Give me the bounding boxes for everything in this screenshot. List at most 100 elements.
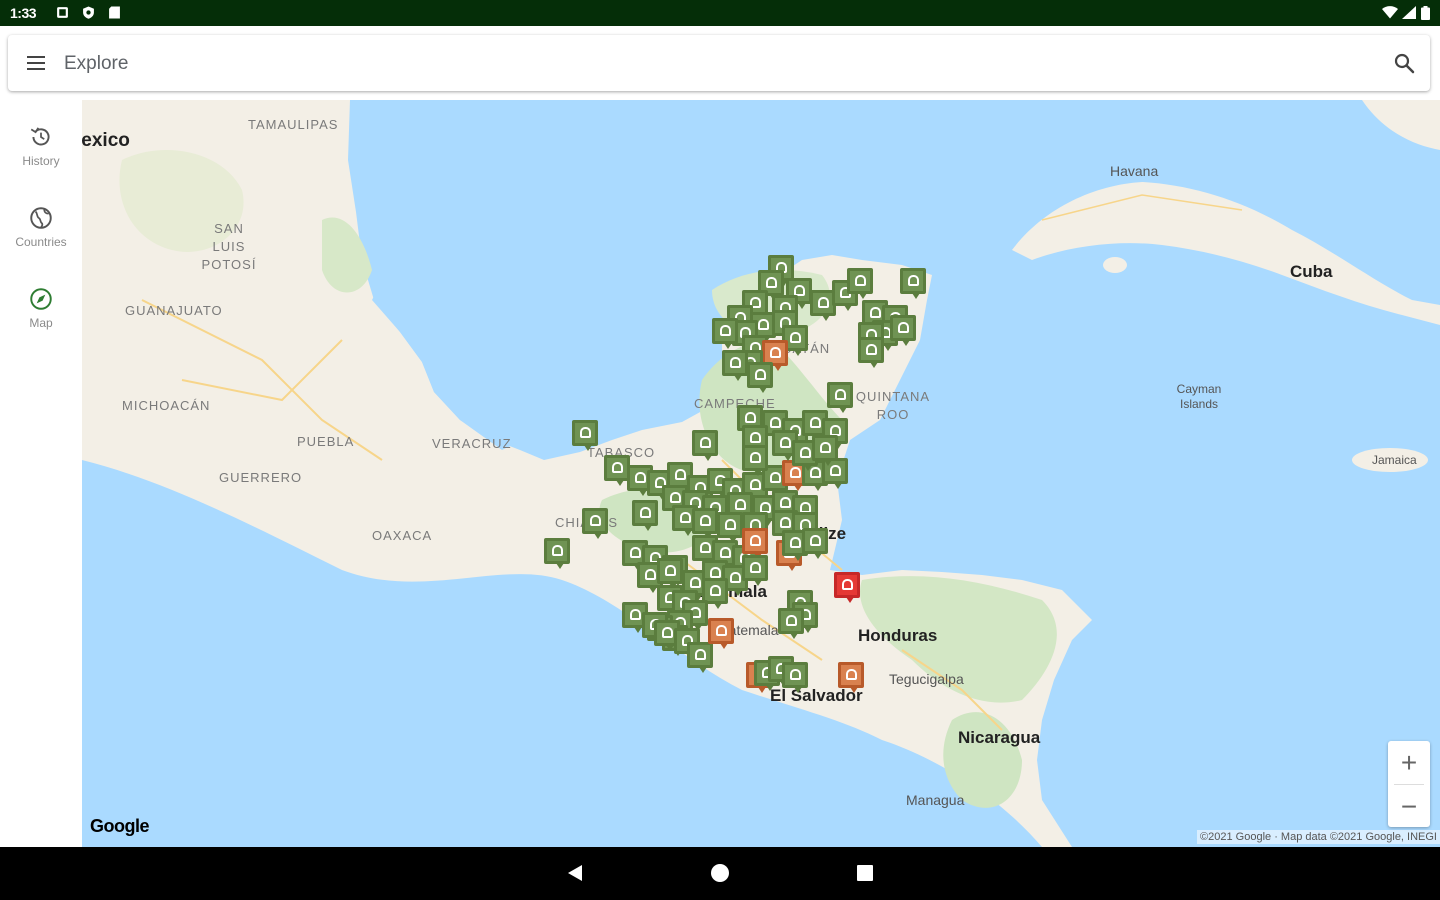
map-marker[interactable] bbox=[544, 538, 570, 569]
marker-pin-tail bbox=[556, 563, 564, 569]
map-marker[interactable] bbox=[742, 555, 768, 586]
map-marker[interactable] bbox=[858, 337, 884, 368]
label-campeche: CAMPECHE bbox=[694, 396, 776, 411]
marker-pin-tail bbox=[814, 553, 822, 559]
label-jamaica: Jamaica bbox=[1372, 453, 1417, 467]
marker-pin-tail bbox=[649, 587, 657, 593]
marker-pin-tail bbox=[734, 375, 742, 381]
status-time: 1:33 bbox=[10, 5, 37, 21]
map-marker[interactable] bbox=[802, 528, 828, 559]
map-marker[interactable] bbox=[827, 382, 853, 413]
rail-item-map[interactable]: Map bbox=[0, 286, 82, 356]
marker-pin-tail bbox=[846, 597, 854, 603]
map-marker[interactable] bbox=[890, 315, 916, 346]
map-marker[interactable] bbox=[687, 642, 713, 673]
side-rail: History Countries Map bbox=[0, 100, 82, 847]
marker-pin-tail bbox=[804, 465, 812, 471]
marker-pin-tail bbox=[734, 590, 742, 596]
map-marker[interactable] bbox=[657, 558, 683, 589]
map-marker[interactable] bbox=[692, 430, 718, 461]
rail-item-countries[interactable]: Countries bbox=[0, 205, 82, 275]
label-michoacan: MICHOACÁN bbox=[122, 398, 211, 413]
marker-pin-tail bbox=[766, 685, 774, 691]
map-marker[interactable] bbox=[582, 508, 608, 539]
navigation-bar bbox=[0, 847, 1440, 900]
map-marker[interactable] bbox=[838, 662, 864, 693]
label-cuba: Cuba bbox=[1290, 262, 1333, 281]
marker-pin-tail bbox=[794, 555, 802, 561]
marker-pin-tail bbox=[634, 627, 642, 633]
label-cayman-islands: Cayman Islands bbox=[1176, 382, 1222, 411]
search-icon[interactable] bbox=[1392, 51, 1416, 75]
label-managua: Managua bbox=[906, 792, 965, 808]
recents-icon[interactable] bbox=[855, 863, 875, 883]
marker-pin-tail bbox=[714, 603, 722, 609]
label-guerrero: GUERRERO bbox=[219, 470, 303, 485]
map-marker[interactable] bbox=[722, 350, 748, 381]
map-marker[interactable] bbox=[742, 445, 768, 476]
marker-pin-tail bbox=[788, 565, 796, 571]
map-marker[interactable] bbox=[847, 268, 873, 299]
marker-pin-tail bbox=[666, 645, 674, 651]
map-marker[interactable] bbox=[712, 318, 738, 349]
label-mexico: lexico bbox=[82, 130, 130, 151]
marker-pin-tail bbox=[704, 455, 712, 461]
marker-pin-tail bbox=[844, 305, 852, 311]
globe-icon bbox=[30, 207, 52, 229]
map-marker[interactable] bbox=[572, 420, 598, 451]
map-marker[interactable] bbox=[632, 500, 658, 531]
marker-pin-tail bbox=[839, 407, 847, 413]
label-nicaragua: Nicaragua bbox=[958, 728, 1041, 747]
map-marker[interactable] bbox=[782, 662, 808, 693]
map-marker[interactable] bbox=[717, 512, 743, 543]
rail-item-history[interactable]: History bbox=[0, 124, 82, 194]
marker-pin-tail bbox=[804, 627, 812, 633]
wifi-icon bbox=[1382, 6, 1398, 19]
rail-label-countries: Countries bbox=[15, 235, 67, 249]
map-marker[interactable] bbox=[812, 435, 838, 466]
marker-pin-tail bbox=[824, 460, 832, 466]
shield-icon bbox=[83, 6, 94, 19]
marker-pin-tail bbox=[870, 362, 878, 368]
label-tegucigalpa: Tegucigalpa bbox=[889, 671, 964, 687]
map-marker[interactable] bbox=[747, 362, 773, 393]
label-honduras: Honduras bbox=[858, 626, 938, 645]
status-bar: 1:33 bbox=[0, 0, 1440, 26]
map-marker[interactable] bbox=[834, 572, 860, 603]
marker-pin-tail bbox=[644, 525, 652, 531]
zoom-controls: + − bbox=[1388, 741, 1430, 827]
battery-icon bbox=[1421, 6, 1430, 20]
menu-icon[interactable] bbox=[26, 53, 46, 73]
map-marker[interactable] bbox=[692, 508, 718, 539]
marker-pin-tail bbox=[798, 303, 806, 309]
marker-pin-tail bbox=[834, 483, 842, 489]
map-marker[interactable] bbox=[742, 528, 768, 559]
home-icon[interactable] bbox=[710, 863, 730, 883]
marker-pin-tail bbox=[616, 480, 624, 486]
map-marker[interactable] bbox=[778, 608, 804, 639]
marker-pin-tail bbox=[639, 490, 647, 496]
zoom-out-button[interactable]: − bbox=[1388, 785, 1430, 828]
label-tamaulipas: TAMAULIPAS bbox=[248, 117, 339, 132]
marker-pin-tail bbox=[814, 485, 822, 491]
marker-pin-tail bbox=[912, 293, 920, 299]
label-san-luis-potosi: SAN LUIS POTOSÍ bbox=[201, 221, 257, 272]
label-quintana-roo: QUINTANA ROO bbox=[855, 389, 931, 422]
label-guanajuato: GUANAJUATO bbox=[125, 303, 223, 318]
marker-pin-tail bbox=[724, 343, 732, 349]
map-marker[interactable] bbox=[900, 268, 926, 299]
marker-pin-tail bbox=[754, 580, 762, 586]
compass-icon bbox=[30, 288, 52, 310]
search-bar[interactable]: Explore bbox=[8, 35, 1430, 91]
marker-pin-tail bbox=[790, 633, 798, 639]
map-marker[interactable] bbox=[708, 618, 734, 649]
marker-pin-tail bbox=[859, 293, 867, 299]
marker-pin-tail bbox=[850, 687, 858, 693]
map-view[interactable]: lexico TAMAULIPAS SAN LUIS POTOSÍ GUANAJ… bbox=[82, 100, 1440, 847]
zoom-in-button[interactable]: + bbox=[1388, 741, 1430, 784]
google-logo: Google bbox=[90, 816, 150, 836]
marker-pin-tail bbox=[684, 530, 692, 536]
back-icon[interactable] bbox=[565, 863, 585, 883]
label-puebla: PUEBLA bbox=[297, 434, 355, 449]
label-havana: Havana bbox=[1110, 163, 1159, 179]
